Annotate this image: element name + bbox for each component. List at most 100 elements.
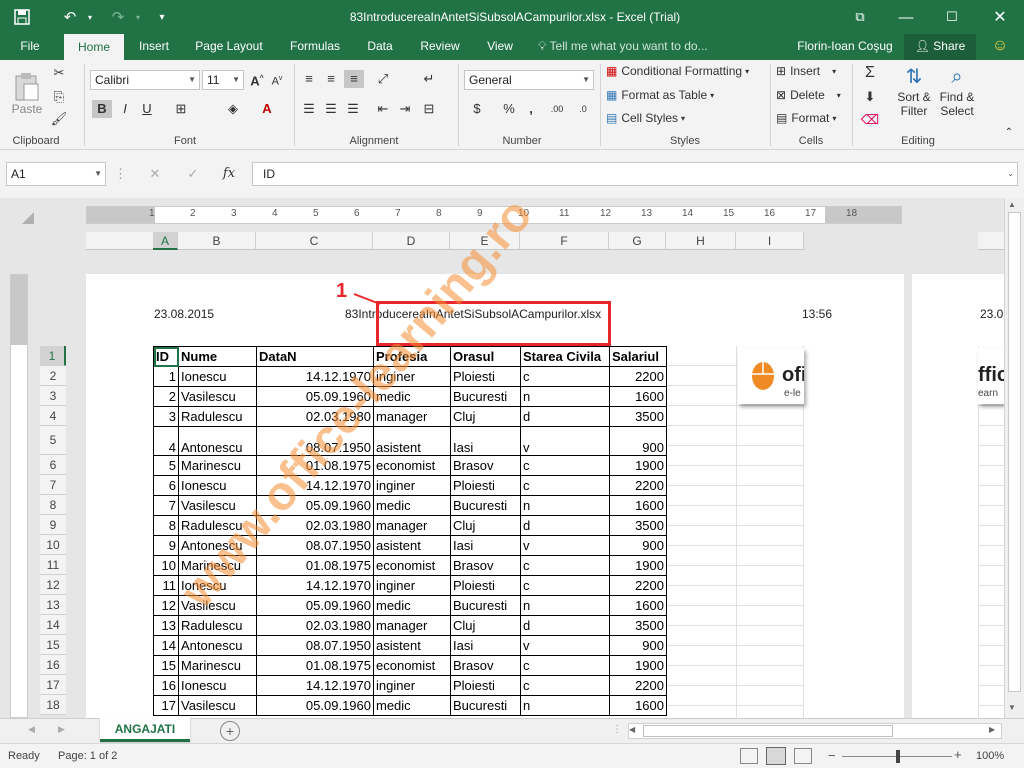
table-cell[interactable]: Brasov xyxy=(450,555,521,576)
column-header-f[interactable]: F xyxy=(520,232,609,250)
undo-dropdown-icon[interactable]: ▾ xyxy=(84,0,96,34)
tab-review[interactable]: Review xyxy=(412,34,468,60)
table-cell[interactable]: inginer xyxy=(373,366,451,387)
sort-filter-button[interactable]: ⇅ Sort & Filter xyxy=(894,64,934,118)
table-cell[interactable]: 2200 xyxy=(609,675,667,696)
scroll-thumb[interactable] xyxy=(1008,212,1021,692)
scroll-up-icon[interactable]: ▲ xyxy=(1008,200,1016,209)
table-cell[interactable]: Marinescu xyxy=(178,555,257,576)
table-cell[interactable]: economist xyxy=(373,555,451,576)
table-cell[interactable]: 5 xyxy=(153,455,179,476)
column-header-c[interactable]: C xyxy=(256,232,373,250)
smiley-icon[interactable]: ☺ xyxy=(988,34,1012,60)
table-cell[interactable]: 1 xyxy=(153,366,179,387)
table-cell[interactable]: Bucuresti xyxy=(450,695,521,716)
font-color-icon[interactable]: A xyxy=(258,100,276,118)
table-cell[interactable]: Radulescu xyxy=(178,515,257,536)
table-cell[interactable]: Bucuresti xyxy=(450,495,521,516)
table-cell[interactable]: 3500 xyxy=(609,406,667,427)
collapse-ribbon-icon[interactable]: ⌃ xyxy=(1000,124,1018,142)
table-cell[interactable]: 16 xyxy=(153,675,179,696)
table-cell[interactable]: Marinescu xyxy=(178,655,257,676)
table-cell[interactable]: asistent xyxy=(373,426,451,456)
header-right-time[interactable]: 13:56 xyxy=(802,307,832,321)
redo-dropdown-icon[interactable]: ▾ xyxy=(132,0,144,34)
tab-file[interactable]: File xyxy=(8,34,52,60)
row-header[interactable]: 16 xyxy=(40,655,66,675)
increase-font-icon[interactable]: A^ xyxy=(248,70,266,90)
user-name[interactable]: Florin-Ioan Coşug xyxy=(790,34,900,60)
table-cell[interactable]: 10 xyxy=(153,555,179,576)
row-header[interactable]: 14 xyxy=(40,615,66,635)
table-cell[interactable]: Cluj xyxy=(450,615,521,636)
tab-splitter-icon[interactable]: ⋮ xyxy=(612,724,622,735)
table-cell[interactable]: 02.03.1980 xyxy=(256,615,374,636)
row-header[interactable]: 10 xyxy=(40,535,66,555)
table-cell[interactable]: medic xyxy=(373,495,451,516)
insert-function-icon[interactable]: fx xyxy=(218,165,240,183)
scroll-right-icon[interactable]: ▶ xyxy=(989,725,995,734)
row-header[interactable]: 12 xyxy=(40,575,66,595)
table-cell[interactable]: 1600 xyxy=(609,386,667,407)
align-right-icon[interactable]: ☰ xyxy=(344,100,362,118)
table-cell[interactable]: inginer xyxy=(373,475,451,496)
table-cell[interactable]: 1600 xyxy=(609,595,667,616)
row-header[interactable]: 4 xyxy=(40,406,66,426)
table-cell[interactable]: 2 xyxy=(153,386,179,407)
column-header-h[interactable]: H xyxy=(666,232,736,250)
table-cell[interactable]: n xyxy=(520,386,610,407)
decrease-decimal-icon[interactable]: .0 xyxy=(572,100,594,118)
format-painter-icon[interactable]: 🖌︎ xyxy=(50,110,68,128)
table-cell[interactable]: c xyxy=(520,575,610,596)
prev-sheet-icon[interactable]: ◀ xyxy=(28,724,35,735)
table-cell[interactable]: 01.08.1975 xyxy=(256,555,374,576)
format-cells-button[interactable]: ▤ Format ▾ xyxy=(776,111,836,125)
zoom-out-icon[interactable]: − xyxy=(828,748,836,763)
table-cell[interactable]: Brasov xyxy=(450,655,521,676)
table-cell[interactable]: Iasi xyxy=(450,426,521,456)
vertical-scrollbar[interactable]: ▲ ▼ xyxy=(1004,198,1024,718)
table-cell[interactable]: economist xyxy=(373,455,451,476)
table-cell[interactable]: Ionescu xyxy=(178,675,257,696)
zoom-slider-thumb[interactable] xyxy=(896,750,900,763)
undo-icon[interactable]: ↶ xyxy=(58,0,82,34)
row-header[interactable]: 13 xyxy=(40,595,66,615)
paste-button[interactable]: Paste xyxy=(10,64,44,116)
table-header-cell[interactable]: Orasul xyxy=(450,346,521,367)
align-middle-icon[interactable]: ≡ xyxy=(322,70,340,88)
orientation-icon[interactable]: ⤢ xyxy=(374,70,392,88)
autosum-icon[interactable]: Σ xyxy=(860,64,880,82)
table-cell[interactable]: v xyxy=(520,635,610,656)
table-cell[interactable]: n xyxy=(520,495,610,516)
table-cell[interactable]: c xyxy=(520,475,610,496)
fill-icon[interactable]: ⬇ xyxy=(860,88,880,106)
format-as-table-button[interactable]: ▦ Format as Table ▾ xyxy=(606,88,714,102)
table-cell[interactable]: Antonescu xyxy=(178,635,257,656)
table-cell[interactable]: Iasi xyxy=(450,535,521,556)
table-cell[interactable]: 4 xyxy=(153,426,179,456)
table-cell[interactable]: Iasi xyxy=(450,635,521,656)
table-cell[interactable]: d xyxy=(520,406,610,427)
table-header-cell[interactable]: ID xyxy=(153,346,179,367)
table-cell[interactable]: 05.09.1960 xyxy=(256,595,374,616)
cancel-icon[interactable]: ✕ xyxy=(146,165,164,183)
find-select-button[interactable]: ⌕ Find & Select xyxy=(936,64,978,118)
enter-icon[interactable]: ✓ xyxy=(184,165,202,183)
tab-home[interactable]: Home xyxy=(64,34,124,60)
column-header-g[interactable]: G xyxy=(609,232,666,250)
table-cell[interactable]: Cluj xyxy=(450,515,521,536)
align-top-icon[interactable]: ≡ xyxy=(300,70,318,88)
tell-me-box[interactable]: 💡︎ Tell me what you want to do... xyxy=(538,34,728,60)
table-cell[interactable]: Vasilescu xyxy=(178,386,257,407)
table-cell[interactable]: 12 xyxy=(153,595,179,616)
share-button[interactable]: 👤︎ Share xyxy=(904,34,976,60)
table-cell[interactable]: medic xyxy=(373,386,451,407)
table-cell[interactable]: 2200 xyxy=(609,575,667,596)
fill-color-icon[interactable]: ◈ xyxy=(224,100,242,118)
table-cell[interactable]: Bucuresti xyxy=(450,386,521,407)
bold-button[interactable]: B xyxy=(92,100,112,118)
decrease-indent-icon[interactable]: ⇤ xyxy=(374,100,392,118)
minimize-icon[interactable]: — xyxy=(894,0,918,34)
row-header[interactable]: 8 xyxy=(40,495,66,515)
table-cell[interactable]: d xyxy=(520,615,610,636)
